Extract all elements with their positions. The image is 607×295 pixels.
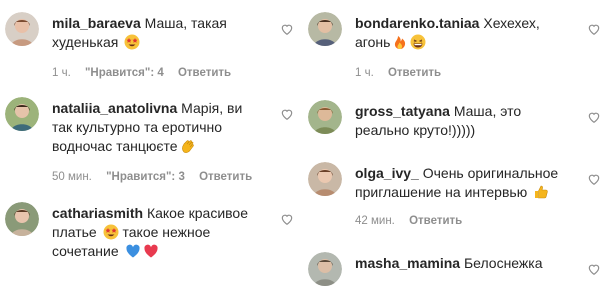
blue-heart-emoji: [125, 243, 141, 259]
comment-body: cathariasmith Какое красивое платье тако…: [52, 204, 264, 261]
like-heart-icon[interactable]: [280, 212, 294, 226]
star-eyes-emoji: [124, 34, 140, 50]
comment-body: olga_ivy_ Очень оригинальное приглашение…: [355, 164, 571, 202]
red-heart-emoji: [143, 243, 159, 259]
comment-body: bondarenko.taniaa Хехехех, агонь: [355, 14, 571, 52]
comment-meta: 42 мин. Ответить: [355, 215, 473, 227]
avatar[interactable]: [5, 12, 39, 46]
comment-meta: 1 ч. Ответить: [355, 67, 452, 79]
comment-meta: 50 мин. "Нравится": 3 Ответить: [52, 171, 263, 183]
avatar[interactable]: [308, 12, 342, 46]
like-heart-icon[interactable]: [280, 107, 294, 121]
reply-button[interactable]: Ответить: [178, 67, 231, 79]
comment-item: mila_baraeva Маша, такая худенькая 1 ч. …: [0, 12, 300, 82]
comment-text: Белоснежка: [463, 255, 543, 271]
comment-item: gross_tatyana Маша, это реально круто!))…: [303, 100, 607, 145]
comment-body: masha_mamina Белоснежка: [355, 254, 571, 273]
like-heart-icon[interactable]: [587, 110, 601, 124]
comment-username[interactable]: mila_baraeva: [52, 15, 141, 31]
comment-username[interactable]: nataliia_anatolivna: [52, 100, 177, 116]
avatar[interactable]: [308, 100, 342, 134]
comment-body: gross_tatyana Маша, это реально круто!))…: [355, 102, 571, 140]
avatar[interactable]: [308, 162, 342, 196]
fire-emoji: [392, 34, 408, 50]
like-heart-icon[interactable]: [280, 22, 294, 36]
comment-likes[interactable]: "Нравится": 4: [85, 67, 164, 79]
avatar[interactable]: [5, 97, 39, 131]
comment-likes[interactable]: "Нравится": 3: [106, 171, 185, 183]
comment-username[interactable]: olga_ivy_: [355, 165, 419, 181]
comment-time: 1 ч.: [355, 67, 374, 79]
reply-button[interactable]: Ответить: [409, 215, 462, 227]
comment-username[interactable]: gross_tatyana: [355, 103, 450, 119]
comment-time: 1 ч.: [52, 67, 71, 79]
avatar[interactable]: [308, 252, 342, 286]
comment-item: olga_ivy_ Очень оригинальное приглашение…: [303, 162, 607, 232]
laughing-emoji: [410, 34, 426, 50]
comment-item: bondarenko.taniaa Хехехех, агонь 1 ч. От…: [303, 12, 607, 82]
like-heart-icon[interactable]: [587, 262, 601, 276]
comment-body: nataliia_anatolivna Марія, ви так культу…: [52, 99, 264, 156]
clapping-hands-emoji: [180, 138, 196, 154]
comment-item: masha_mamina Белоснежка: [303, 252, 607, 292]
comment-time: 42 мин.: [355, 215, 395, 227]
like-heart-icon[interactable]: [587, 22, 601, 36]
comment-username[interactable]: cathariasmith: [52, 205, 143, 221]
like-heart-icon[interactable]: [587, 172, 601, 186]
thumbs-up-emoji: [533, 184, 549, 200]
star-eyes-emoji: [103, 224, 119, 240]
avatar[interactable]: [5, 202, 39, 236]
comment-meta: 1 ч. "Нравится": 4 Ответить: [52, 67, 242, 79]
reply-button[interactable]: Ответить: [388, 67, 441, 79]
comment-item: cathariasmith Какое красивое платье тако…: [0, 202, 300, 282]
comment-username[interactable]: masha_mamina: [355, 255, 460, 271]
comment-time: 50 мин.: [52, 171, 92, 183]
comment-username[interactable]: bondarenko.taniaa: [355, 15, 479, 31]
comment-body: mila_baraeva Маша, такая худенькая: [52, 14, 264, 52]
reply-button[interactable]: Ответить: [199, 171, 252, 183]
comment-item: nataliia_anatolivna Марія, ви так культу…: [0, 97, 300, 187]
